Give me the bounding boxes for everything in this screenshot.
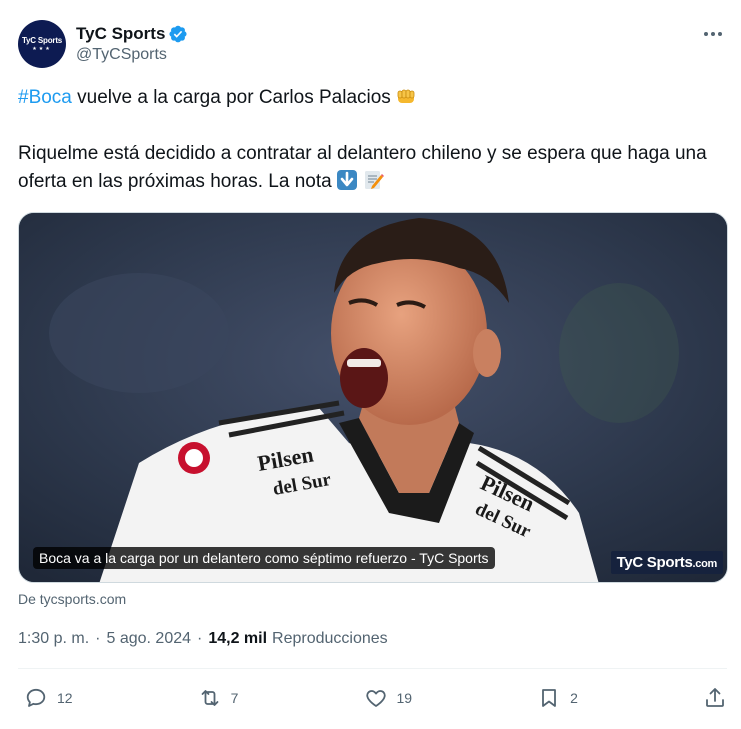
brand-watermark-suffix: .com (692, 558, 718, 570)
reply-icon (26, 688, 46, 707)
player-photo: Pilsen del Sur Pilsen del Sur (19, 213, 727, 582)
media-caption: Boca va a la carga por un delantero como… (33, 547, 495, 569)
share-button[interactable] (703, 686, 727, 710)
verified-badge-icon (169, 25, 187, 43)
views-count: 14,2 mil (208, 630, 268, 647)
avatar[interactable]: TyC Sports ★★★ (18, 20, 66, 68)
retweet-icon (201, 690, 219, 706)
tweet-line-1-text: vuelve a la carga por Carlos Palacios (71, 87, 391, 108)
retweet-count: 7 (230, 690, 239, 706)
share-icon (706, 688, 724, 707)
like-count: 19 (396, 690, 413, 706)
meta-separator: · (95, 630, 101, 647)
more-options-icon[interactable] (699, 23, 727, 45)
bookmark-count: 2 (570, 690, 578, 706)
action-bar: 12 7 19 2 (18, 683, 727, 713)
down-arrow-emoji-icon (336, 170, 357, 190)
tweet-line-2: Riquelme está decidido a contratar al de… (18, 140, 730, 196)
brand-watermark-main: TyC Sports (616, 554, 693, 571)
oncoming-fist-emoji-icon (397, 89, 415, 103)
tweet-date[interactable]: 5 ago. 2024 (106, 627, 191, 651)
retweet-button[interactable]: 7 (198, 686, 239, 710)
author-names: TyC Sports @TyCSports (76, 23, 188, 65)
hashtag-link[interactable]: #Boca (18, 87, 72, 108)
tweet-header: TyC Sports ★★★ TyC Sports @TyCSports (18, 19, 727, 69)
name-row: TyC Sports (76, 23, 188, 45)
bookmark-button[interactable]: 2 (537, 686, 578, 710)
views-label: Reproducciones (272, 630, 388, 647)
author-handle[interactable]: @TyCSports (76, 45, 188, 65)
tweet-meta: 1:30 p. m. · 5 ago. 2024 · 14,2 mil Repr… (18, 627, 388, 651)
divider (18, 668, 727, 669)
tweet-text: #Boca vuelve a la carga por Carlos Palac… (18, 84, 730, 196)
meta-separator-2: · (197, 630, 203, 647)
tweet-line-1: #Boca vuelve a la carga por Carlos Palac… (18, 84, 730, 112)
article-card-image[interactable]: Pilsen del Sur Pilsen del Sur Boca va a … (18, 212, 728, 583)
like-button[interactable]: 19 (364, 686, 413, 710)
heart-icon (365, 690, 386, 707)
tweet-time[interactable]: 1:30 p. m. (18, 627, 89, 651)
display-name[interactable]: TyC Sports (76, 23, 165, 45)
bookmark-icon (542, 689, 557, 707)
avatar-logo-text: TyC Sports (21, 35, 63, 45)
link-source[interactable]: De tycsports.com (18, 589, 126, 609)
reply-button[interactable]: 12 (24, 686, 73, 710)
memo-emoji-icon (364, 171, 384, 189)
reply-count: 12 (57, 690, 73, 706)
brand-watermark: TyC Sports.com (610, 551, 723, 574)
avatar-stars: ★★★ (32, 45, 52, 52)
